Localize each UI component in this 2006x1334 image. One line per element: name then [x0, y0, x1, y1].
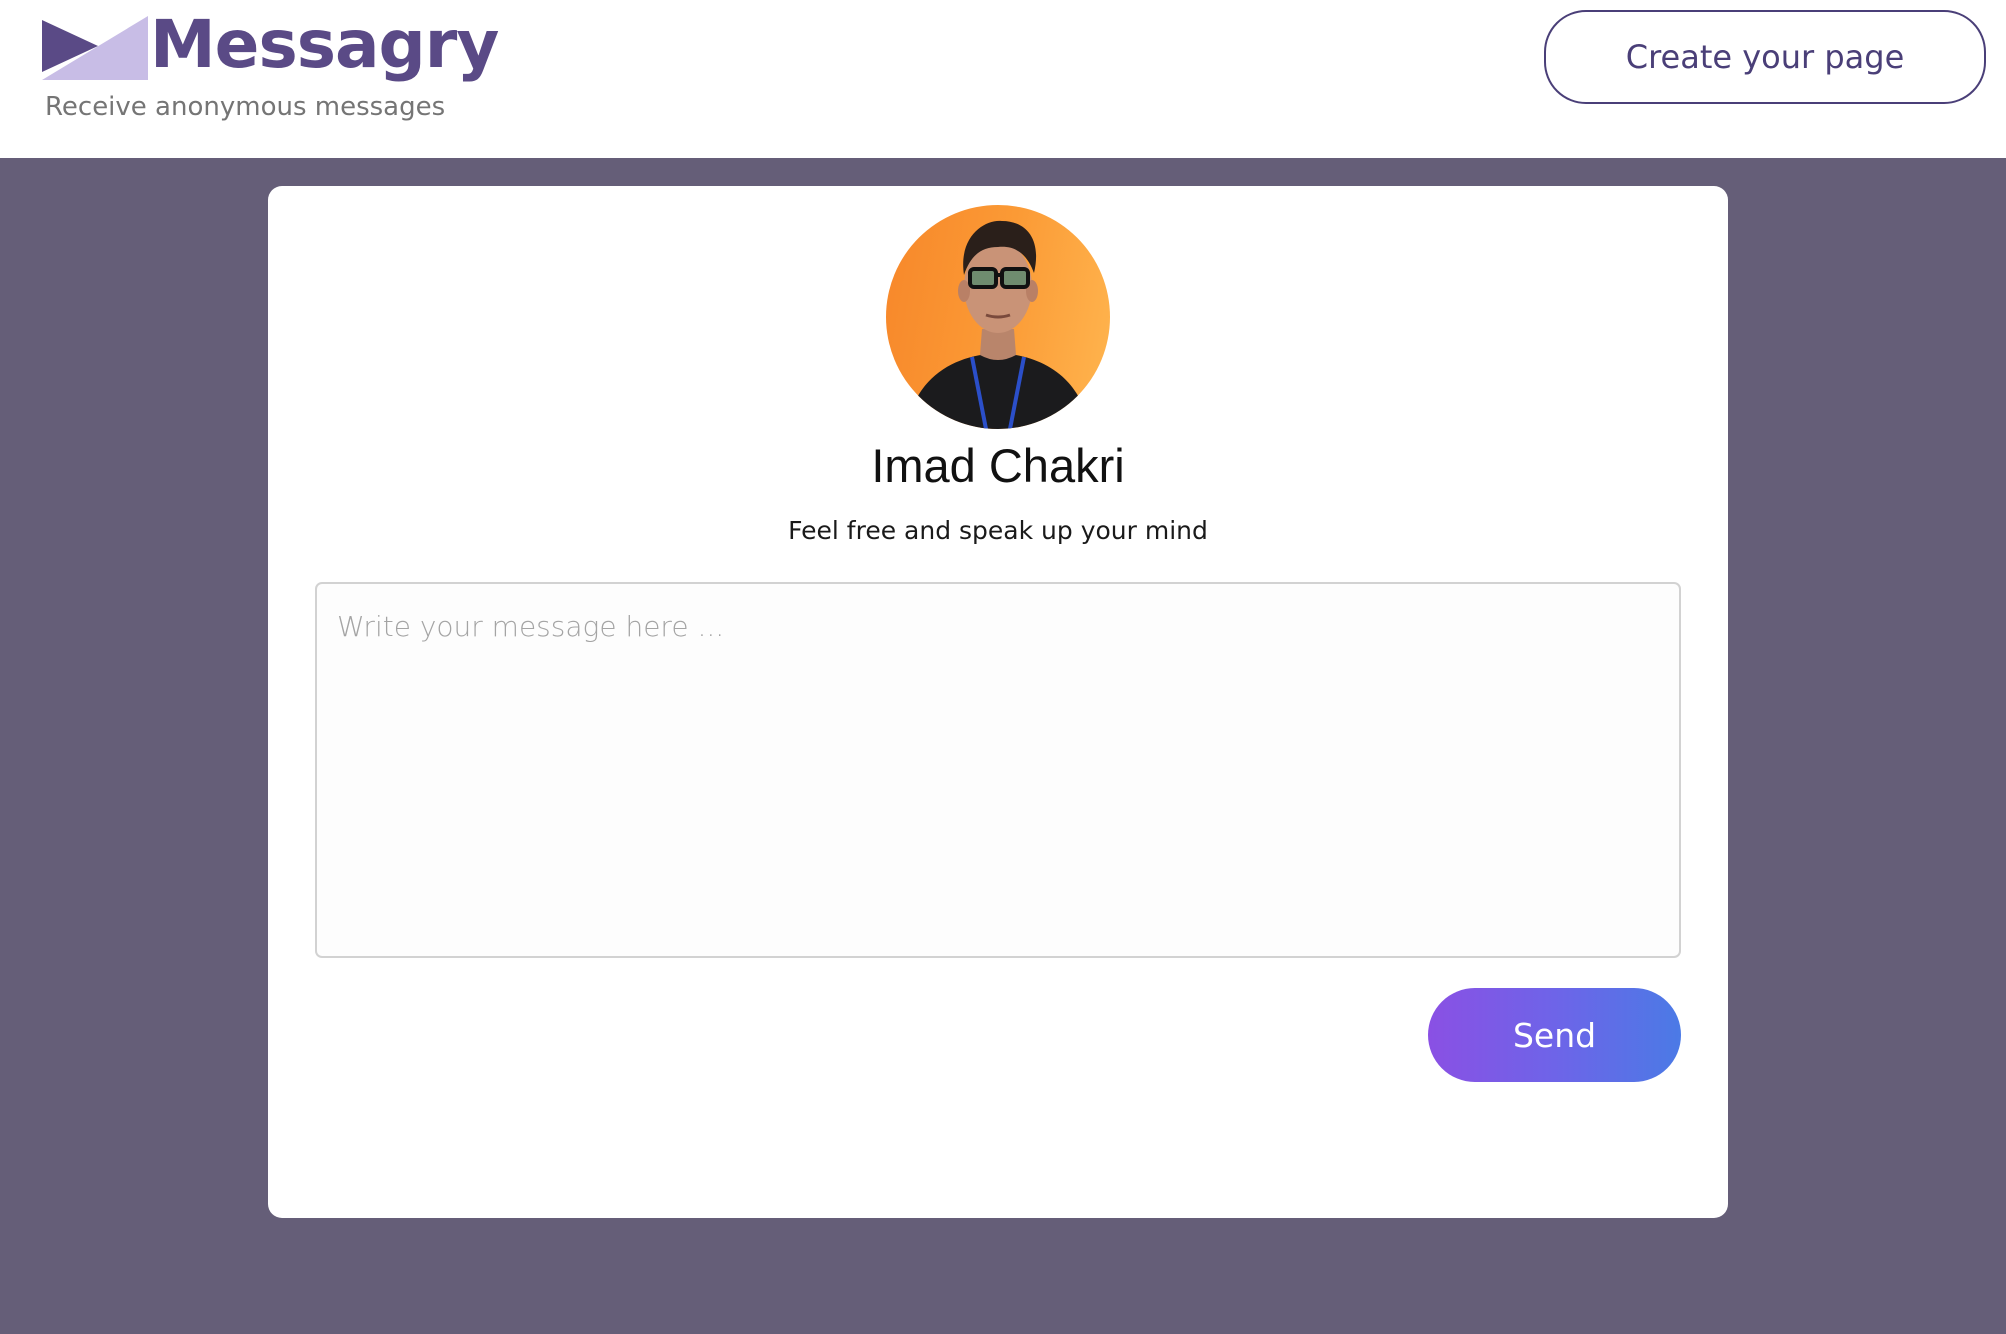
logo-mark-icon [42, 16, 148, 80]
brand-logo[interactable]: Messagry Receive anonymous messages [42, 12, 499, 126]
brand-tagline: Receive anonymous messages [45, 92, 446, 122]
brand-name: Messagry [150, 6, 499, 83]
profile-bio: Feel free and speak up your mind [788, 516, 1208, 545]
message-input[interactable] [315, 582, 1681, 958]
top-header: Messagry Receive anonymous messages Crea… [0, 0, 2006, 158]
create-page-button[interactable]: Create your page [1544, 10, 1986, 104]
send-button[interactable]: Send [1428, 988, 1681, 1082]
profile-name: Imad Chakri [871, 439, 1125, 492]
message-card: Imad Chakri Feel free and speak up your … [268, 186, 1728, 1218]
avatar [886, 205, 1110, 429]
avatar-photo [906, 220, 1090, 429]
